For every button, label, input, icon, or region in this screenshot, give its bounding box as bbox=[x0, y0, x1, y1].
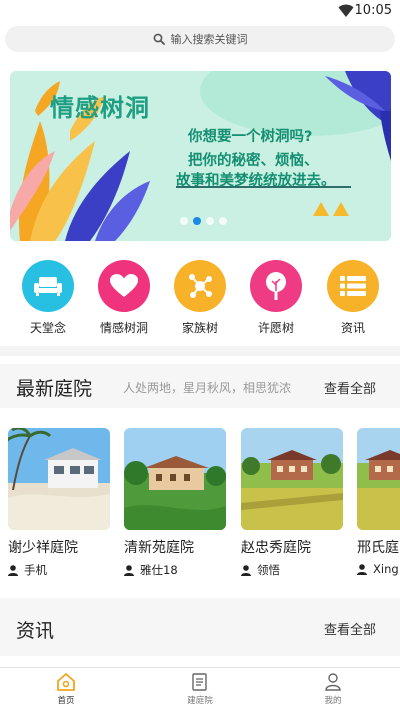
court-owner-name: 领悟 bbox=[257, 563, 280, 577]
tab-label: 我的 bbox=[324, 696, 342, 706]
quick-entry-label: 天堂念 bbox=[29, 321, 66, 335]
user-icon bbox=[241, 564, 251, 576]
document-icon bbox=[192, 673, 207, 691]
banner-triangle-decoration bbox=[313, 202, 329, 216]
court-image bbox=[241, 428, 343, 530]
status-time: 10:05 bbox=[354, 3, 392, 18]
home-icon bbox=[57, 673, 75, 691]
latest-courts-header: 最新庭院 人处两地，星月秋风，相思犹浓 查看全部 bbox=[0, 364, 400, 408]
court-name: 谢少祥庭院 bbox=[8, 540, 78, 556]
network-icon bbox=[174, 260, 226, 312]
court-card[interactable]: 赵忠秀庭院 领悟 bbox=[241, 428, 345, 578]
tab-build-court[interactable]: 建庭院 bbox=[160, 672, 240, 706]
tab-home[interactable]: 首页 bbox=[26, 672, 106, 706]
quick-entry-tree-hole[interactable]: 情感树洞 bbox=[84, 260, 164, 336]
court-owner-name: Xing bbox=[373, 562, 399, 576]
quick-entry-label: 许愿树 bbox=[257, 321, 294, 335]
court-card[interactable]: 邢氏庭院 Xing bbox=[357, 428, 400, 576]
court-name: 邢氏庭院 bbox=[357, 540, 400, 556]
quick-entry-label: 资讯 bbox=[340, 321, 365, 335]
user-icon bbox=[357, 563, 367, 575]
view-all-courts-button[interactable]: 查看全部 bbox=[324, 378, 376, 397]
court-owner: 领悟 bbox=[241, 562, 345, 578]
quick-entry-heaven[interactable]: 天堂念 bbox=[8, 260, 88, 336]
quick-entry-news[interactable]: 资讯 bbox=[313, 260, 393, 336]
quick-entry-family-tree[interactable]: 家族树 bbox=[160, 260, 240, 336]
search-placeholder: 输入搜索关键词 bbox=[170, 33, 248, 46]
user-icon bbox=[325, 673, 341, 691]
quick-entry-grid: 天堂念 情感树洞 家族树 许愿树 资讯 bbox=[0, 260, 400, 340]
quick-entry-wish-tree[interactable]: 许愿树 bbox=[236, 260, 316, 336]
court-owner: 雅仕18 bbox=[124, 562, 228, 578]
section-divider bbox=[0, 346, 400, 356]
court-owner-name: 手机 bbox=[24, 563, 47, 577]
section-title: 资讯 bbox=[16, 620, 55, 642]
bottom-tab-bar: 首页 建庭院 我的 bbox=[0, 667, 400, 710]
list-icon bbox=[327, 260, 379, 312]
court-card[interactable]: 清新苑庭院 雅仕18 bbox=[124, 428, 228, 578]
carousel-dot[interactable] bbox=[219, 217, 227, 225]
news-header: 资讯 查看全部 bbox=[0, 598, 400, 656]
banner-triangle-decoration bbox=[333, 202, 349, 216]
wifi-icon bbox=[338, 4, 354, 17]
court-image bbox=[357, 428, 400, 530]
search-bar[interactable]: 输入搜索关键词 bbox=[5, 26, 395, 52]
court-owner-name: 雅仕18 bbox=[140, 563, 178, 577]
heart-icon bbox=[98, 260, 150, 312]
section-title: 最新庭院 bbox=[16, 378, 93, 400]
court-image bbox=[8, 428, 110, 530]
banner-line-1: 你想要一个树洞吗? bbox=[188, 129, 313, 145]
carousel-indicator bbox=[180, 217, 227, 225]
quick-entry-label: 家族树 bbox=[181, 321, 218, 335]
banner-line-2: 把你的秘密、烦恼、 bbox=[188, 153, 319, 169]
carousel-dot[interactable] bbox=[206, 217, 214, 225]
court-image bbox=[124, 428, 226, 530]
court-card[interactable]: 谢少祥庭院 手机 bbox=[8, 428, 112, 578]
view-all-news-button[interactable]: 查看全部 bbox=[324, 619, 376, 638]
status-bar: 10:05 bbox=[0, 0, 400, 22]
banner-title: 情感树洞 bbox=[50, 94, 150, 122]
tab-label: 首页 bbox=[57, 696, 75, 706]
tab-mine[interactable]: 我的 bbox=[293, 672, 373, 706]
banner-carousel[interactable]: 情感树洞 你想要一个树洞吗? 把你的秘密、烦恼、 故事和美梦统统放进去。 bbox=[10, 71, 391, 241]
court-owner: 手机 bbox=[8, 562, 112, 578]
section-subtitle: 人处两地，星月秋风，相思犹浓 bbox=[123, 381, 292, 395]
court-name: 赵忠秀庭院 bbox=[241, 540, 311, 556]
tab-label: 建庭院 bbox=[187, 696, 213, 706]
court-list: 谢少祥庭院 手机 清新苑庭院 雅仕18 赵忠秀庭院 领悟 邢氏庭 Xing bbox=[0, 428, 400, 578]
court-name: 清新苑庭院 bbox=[124, 540, 194, 556]
search-icon bbox=[153, 33, 165, 45]
carousel-dot-active[interactable] bbox=[193, 217, 201, 225]
banner-underline bbox=[176, 186, 351, 188]
carousel-dot[interactable] bbox=[180, 217, 188, 225]
court-owner: Xing bbox=[357, 562, 400, 576]
user-icon bbox=[124, 564, 134, 576]
tree-icon bbox=[250, 260, 302, 312]
user-icon bbox=[8, 564, 18, 576]
sofa-icon bbox=[22, 260, 74, 312]
quick-entry-label: 情感树洞 bbox=[99, 321, 148, 335]
